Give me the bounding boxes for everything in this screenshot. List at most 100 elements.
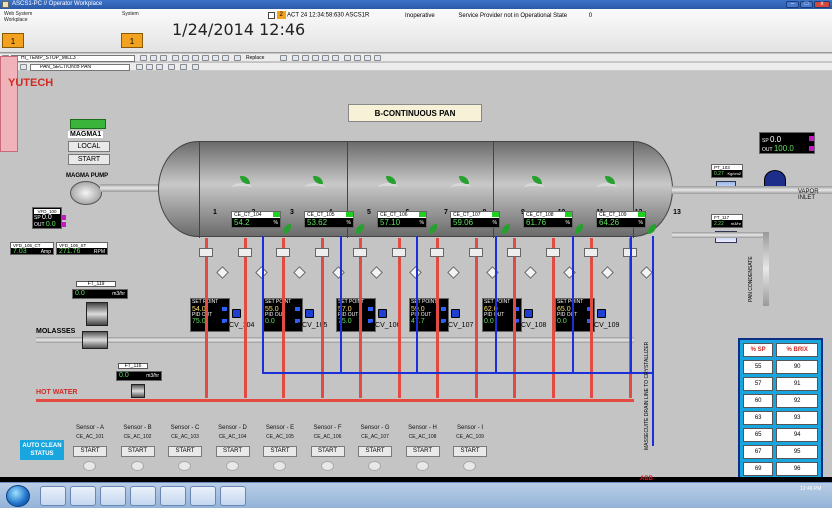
display-icon[interactable] [136, 64, 143, 70]
minimize-button[interactable]: – [786, 1, 799, 8]
control-valve-icon[interactable] [378, 309, 387, 318]
sensor-start-button[interactable]: START [405, 446, 440, 457]
branch-valve-icon[interactable] [584, 248, 598, 257]
taskbar-ie-icon[interactable] [40, 486, 66, 506]
sensor-start-button[interactable]: START [263, 446, 297, 457]
branch-valve-icon[interactable] [314, 248, 329, 257]
gate-valve-icon[interactable] [254, 266, 268, 279]
gate-valve-icon[interactable] [639, 266, 653, 279]
lock-icon[interactable] [156, 64, 163, 70]
taskbar-paint-icon[interactable] [220, 486, 246, 506]
control-valve-icon[interactable] [524, 309, 533, 318]
chart-icon[interactable] [212, 55, 219, 61]
gate-valve-icon[interactable] [370, 266, 383, 279]
report-icon[interactable] [222, 55, 229, 61]
start-button[interactable] [6, 485, 30, 507]
ct-readout[interactable]: CE_CT_107 59.06% [450, 211, 500, 228]
vfd-105-st-box[interactable]: VFD_105_ST 271.76 RPM [56, 242, 108, 255]
side-panel-peek[interactable] [0, 56, 18, 152]
alarm-list-icon[interactable] [182, 55, 189, 61]
sensor-start-button[interactable]: START [310, 446, 345, 457]
molasses-valve-icon[interactable] [82, 331, 108, 349]
favorite-icon[interactable] [292, 55, 299, 61]
sensor-start-button[interactable]: START [453, 446, 487, 457]
forward-icon[interactable] [150, 55, 157, 61]
system-tray-icons[interactable] [764, 491, 794, 501]
window-icon[interactable] [344, 55, 351, 61]
magma-start-button[interactable]: START [68, 154, 110, 165]
close-x-icon[interactable] [234, 55, 241, 61]
monitor-icon[interactable] [20, 64, 27, 70]
replace-label[interactable]: Replace [246, 55, 264, 61]
settings-icon[interactable] [374, 55, 381, 61]
print-icon[interactable] [302, 55, 309, 61]
branch-valve-icon[interactable] [545, 248, 560, 257]
taskbar-media-icon[interactable] [100, 486, 126, 506]
branch-valve-icon[interactable] [468, 248, 483, 257]
branch-valve-icon[interactable] [430, 248, 444, 257]
branch-valve-icon[interactable] [507, 248, 521, 257]
sensor-start-button[interactable]: START [215, 446, 250, 457]
alarm-counter-left[interactable]: 1 [2, 33, 24, 48]
branch-valve-icon[interactable] [353, 248, 367, 257]
maximize-button[interactable]: □ [800, 1, 813, 8]
options-icon[interactable] [180, 64, 187, 70]
taskbar-window-2-icon[interactable] [160, 486, 186, 506]
trend-icon[interactable] [202, 55, 209, 61]
local-button[interactable]: LOCAL [68, 141, 110, 152]
control-valve-icon[interactable] [305, 309, 314, 318]
sensor-start-button[interactable]: START [120, 446, 155, 457]
control-valve-icon[interactable] [451, 309, 460, 318]
gate-valve-icon[interactable] [524, 266, 537, 279]
branch-valve-icon[interactable] [237, 248, 252, 257]
pt-103-box[interactable]: PT_103 0.27 Kg/cm2 [711, 164, 743, 178]
ct-readout[interactable]: CE_CT_105 53.62% [304, 211, 354, 228]
page-icon[interactable] [168, 64, 175, 70]
alarm-counter-right[interactable]: 1 [121, 33, 143, 48]
tile-icon[interactable] [354, 55, 361, 61]
gate-valve-icon[interactable] [293, 266, 306, 279]
branch-valve-icon[interactable] [391, 248, 406, 257]
ack-checkbox[interactable] [268, 11, 275, 19]
ct-readout[interactable]: CE_CT_109 64.26% [596, 211, 646, 228]
control-valve-icon[interactable] [232, 309, 241, 318]
taskbar-explorer-icon[interactable] [70, 486, 96, 506]
save-icon[interactable] [280, 55, 287, 61]
ct-readout[interactable]: CE_CT_108 61.76% [523, 211, 573, 228]
sensor-start-button[interactable]: START [73, 446, 107, 457]
sensor-start-button[interactable]: START [168, 446, 202, 457]
event-list-icon[interactable] [192, 55, 199, 61]
layout-icon[interactable] [364, 55, 371, 61]
link-icon[interactable] [146, 64, 153, 70]
document-icon[interactable] [192, 64, 199, 70]
alarm-line[interactable]: 2 ACT 24 12:34:58:630 ASCS1R Inoperative… [268, 11, 592, 20]
taskbar-window-3-icon[interactable] [190, 486, 216, 506]
search-icon[interactable] [172, 55, 179, 61]
ft-117-box[interactable]: FT_117 2.22 m3/hr [711, 214, 743, 228]
magma-pump-icon[interactable] [70, 181, 102, 205]
refresh-icon[interactable] [312, 55, 319, 61]
ct-readout[interactable]: CE_CT_104 54.2% [231, 211, 281, 228]
help-icon[interactable] [322, 55, 329, 61]
info-icon[interactable] [332, 55, 339, 61]
vfd-100-panel[interactable]: VFD_100 SP 0.0 OUT 0.0 [32, 207, 62, 229]
gate-valve-icon[interactable] [447, 266, 460, 279]
object-combo[interactable]: HI_TEMP_STOP_MILL3 [11, 55, 135, 62]
ct-readout[interactable]: CE_CT_106 57.10% [377, 211, 427, 228]
list-icon[interactable] [160, 55, 167, 61]
close-button[interactable]: x [814, 1, 830, 8]
gate-valve-icon[interactable] [408, 266, 422, 279]
gate-valve-icon[interactable] [331, 266, 345, 279]
display-combo[interactable]: PAN_SECTION:B PAN [30, 64, 130, 71]
back-icon[interactable] [140, 55, 147, 61]
branch-valve-icon[interactable] [199, 248, 213, 257]
sensor-start-button[interactable]: START [358, 446, 392, 457]
control-valve-icon[interactable] [597, 309, 606, 318]
branch-valve-icon[interactable] [276, 248, 290, 257]
taskbar-window-1-icon[interactable] [130, 486, 156, 506]
gate-valve-icon[interactable] [216, 266, 229, 279]
ft-116-box[interactable]: 0.0 m3/hr [116, 371, 162, 381]
ft-119-box[interactable]: 0.0 m3/hr [72, 289, 128, 299]
gate-valve-icon[interactable] [601, 266, 614, 279]
vfd-105-ct-box[interactable]: VFD_105_CT 7.03 Amp [10, 242, 54, 255]
